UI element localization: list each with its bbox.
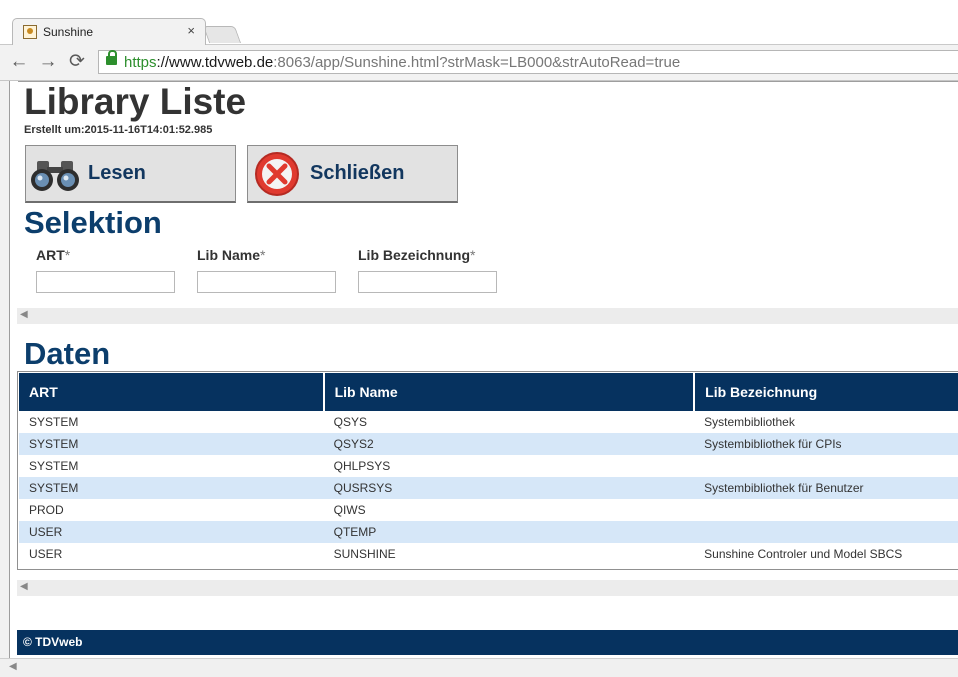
table-row[interactable]: SYSTEM QSYS Systembibliothek [19,411,958,433]
cell-lib-bezeichnung: Systembibliothek für CPIs [694,433,958,455]
required-mark: * [64,247,71,263]
selection-horizontal-scrollbar[interactable]: ◀ [17,308,958,324]
cell-lib-bezeichnung: Systembibliothek [704,415,795,429]
lib-bezeichnung-input[interactable] [358,271,497,293]
tab-close-icon[interactable]: × [187,23,195,38]
footer-copyright: © TDVweb [23,635,83,649]
column-header-art[interactable]: ART [19,373,325,411]
cell-lib-name: QSYS2 [323,433,695,455]
filter-lib-bezeichnung-label: Lib Bezeichnung* [358,247,475,263]
filter-lib-name-label-text: Lib Name [197,247,261,263]
cell-art: SYSTEM [29,459,79,473]
close-icon [255,152,299,196]
cell-lib-name: QSYS [333,415,367,429]
forward-arrow-icon[interactable]: → [37,51,59,73]
cell-art: SYSTEM [19,433,324,455]
new-tab-button[interactable] [202,26,242,43]
tab-title: Sunshine [43,25,94,39]
cell-lib-name: QUSRSYS [323,477,695,499]
table-header-row: ART Lib Name Lib Bezeichnung [19,373,958,411]
table-row[interactable]: SYSTEM QUSRSYS Systembibliothek für Benutz… [19,477,958,499]
back-arrow-icon[interactable]: ← [8,51,30,73]
browser-tabstrip: Sunshine × [0,0,958,45]
cell-lib-bezeichnung: Sunshine Controler und Model SBCS [704,547,903,561]
filter-art-label: ART* [36,247,70,263]
required-mark: * [470,247,476,263]
page-viewport: Library Liste Erstellt um:2015-11-16T14:… [9,81,958,658]
favicon-icon [23,25,37,39]
filter-lib-bezeichnung: Lib Bezeichnung* [358,247,497,293]
binoculars-icon [31,161,79,191]
url-text[interactable]: https://www.tdvweb.de:8063/app/Sunshine.… [124,54,680,71]
browser-toolbar: ← → ⟳ https://www.tdvweb.de:8063/app/Sun… [0,45,958,81]
table-horizontal-scrollbar[interactable]: ◀ [17,580,958,596]
cell-lib-bezeichnung [694,455,958,477]
required-mark: * [260,247,266,263]
cell-lib-bezeichnung: Systembibliothek für Benutzer [694,477,958,499]
data-table: ART Lib Name Lib Bezeichnung SYSTEM QSYS S… [19,373,958,565]
cell-art: SYSTEM [19,477,324,499]
page-title: Library Liste [24,81,247,122]
read-button-label: Lesen [88,162,146,184]
url-host: ://www.tdvweb.de [156,54,274,71]
table-row[interactable]: USER SUNSHINE Sunshine Controler und Model… [19,543,958,565]
scroll-left-icon[interactable]: ◀ [9,661,17,672]
page-content: Library Liste Erstellt um:2015-11-16T14:… [17,81,958,658]
scroll-left-icon[interactable]: ◀ [20,581,28,592]
table-row[interactable]: USER QTEMP [19,521,958,543]
cell-art: SYSTEM [29,415,79,429]
table-row[interactable]: PROD QIWS [19,499,958,521]
data-heading: Daten [24,336,111,371]
created-timestamp: Erstellt um:2015-11-16T14:01:52.985 [24,124,213,136]
browser-tab[interactable]: Sunshine × [12,18,206,45]
cell-art: USER [19,521,324,543]
selection-heading: Selektion [24,205,162,240]
cell-lib-name: QHLPSYS [333,459,391,473]
table-row[interactable]: SYSTEM QSYS2 Systembibliothek für CPIs [19,433,958,455]
reload-icon[interactable]: ⟳ [66,51,88,73]
cell-lib-bezeichnung [694,521,958,543]
page-footer: © TDVweb [17,630,958,655]
filter-art-label-text: ART [36,247,65,263]
art-input[interactable] [36,271,175,293]
cell-lib-bezeichnung [694,499,958,521]
cell-art: PROD [29,503,64,517]
url-path: :8063/app/Sunshine.html?strMask=LB000&st… [273,54,681,71]
cell-lib-name: QIWS [333,503,366,517]
close-button[interactable]: Schließen [247,145,458,203]
address-bar[interactable]: https://www.tdvweb.de:8063/app/Sunshine.… [98,50,958,74]
cell-lib-name: SUNSHINE [333,547,396,561]
read-button[interactable]: Lesen [25,145,236,203]
close-button-label: Schließen [310,162,405,184]
filter-lib-name-label: Lib Name* [197,247,265,263]
data-table-container: ART Lib Name Lib Bezeichnung SYSTEM QSYS S… [17,371,958,570]
cell-art: USER [29,547,63,561]
url-scheme: https [124,54,157,71]
scroll-left-icon[interactable]: ◀ [20,309,28,320]
filter-art: ART* [36,247,175,293]
column-header-lib-bezeichnung[interactable]: Lib Bezeichnung [694,373,958,411]
filter-lib-name: Lib Name* [197,247,336,293]
table-row[interactable]: SYSTEM QHLPSYS [19,455,958,477]
column-header-lib-name[interactable]: Lib Name [323,373,696,411]
filter-lib-bezeichnung-label-text: Lib Bezeichnung [358,247,470,263]
secure-lock-icon [106,50,117,65]
lib-name-input[interactable] [197,271,336,293]
window-horizontal-scrollbar[interactable]: ◀ [0,658,958,677]
cell-lib-name: QTEMP [323,521,695,543]
